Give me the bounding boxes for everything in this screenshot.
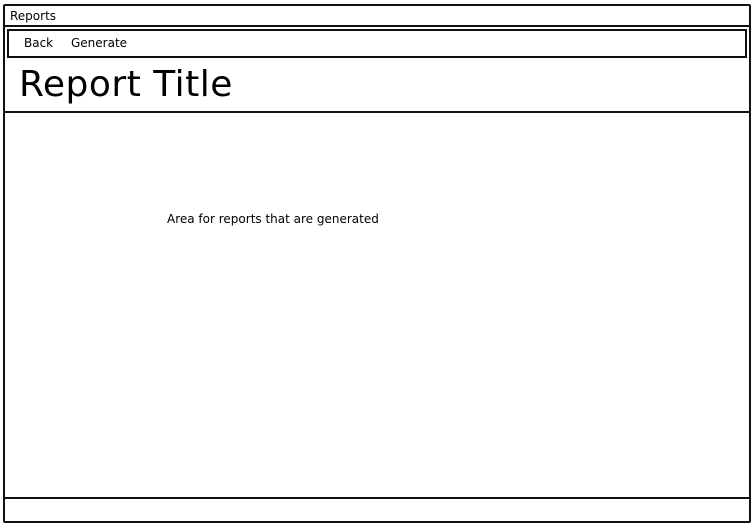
- status-bar: [5, 501, 749, 521]
- report-header: Report Title: [5, 58, 749, 113]
- report-placeholder-text: Area for reports that are generated: [167, 212, 379, 226]
- reports-window: Reports Back Generate Report Title Area …: [3, 4, 751, 523]
- generate-button[interactable]: Generate: [71, 36, 127, 50]
- window-title: Reports: [10, 9, 57, 23]
- toolbar: Back Generate: [7, 29, 747, 58]
- back-button[interactable]: Back: [24, 36, 53, 50]
- report-content-area: Area for reports that are generated: [5, 113, 749, 499]
- window-titlebar: Reports: [5, 6, 749, 27]
- report-title: Report Title: [19, 64, 233, 105]
